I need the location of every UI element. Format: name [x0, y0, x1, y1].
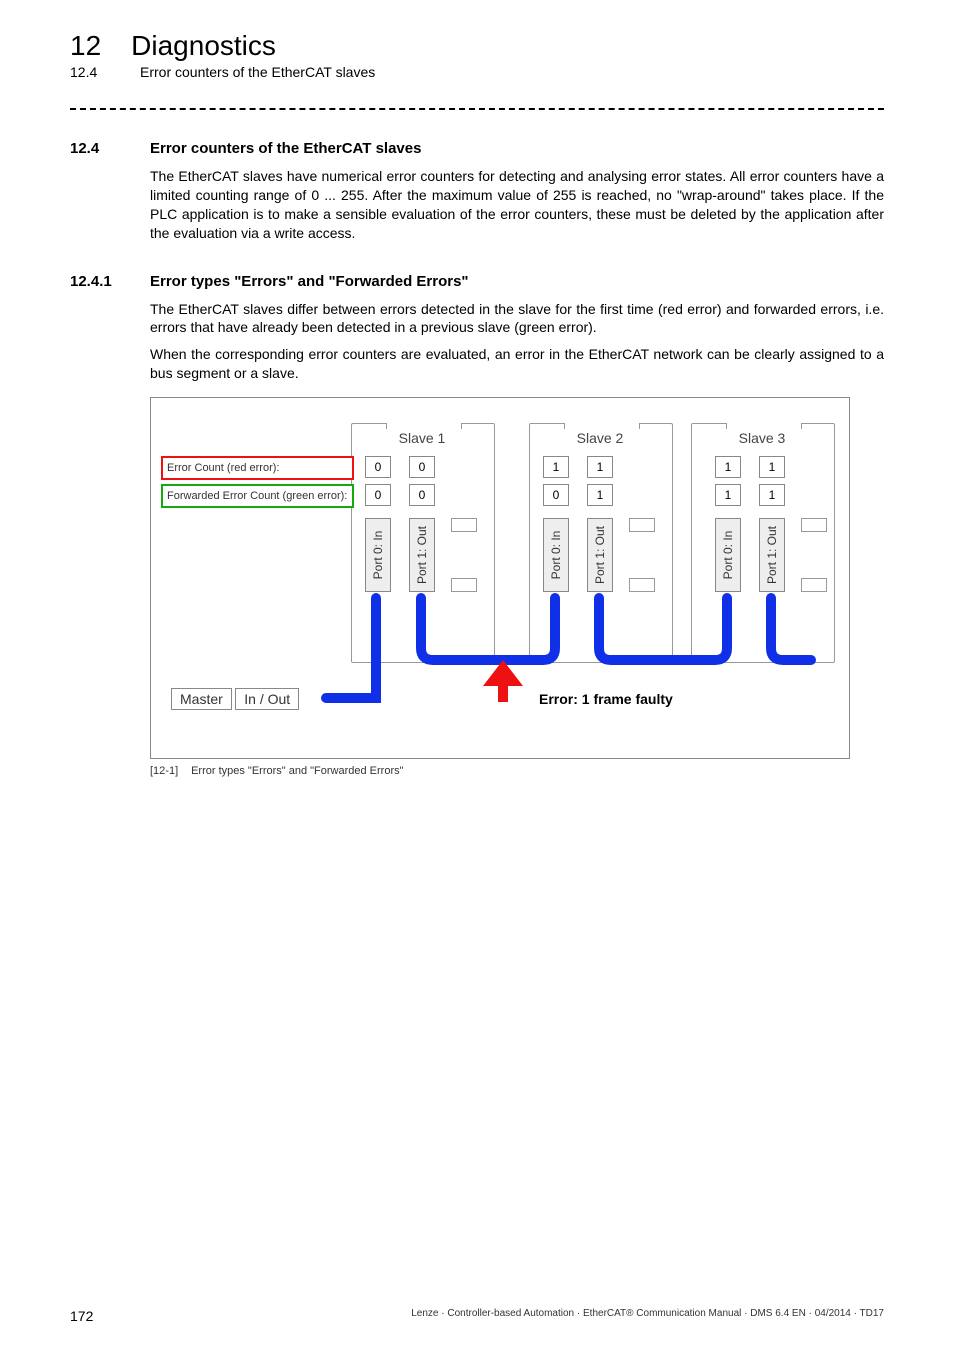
section-12-4-1-para1: The EtherCAT slaves differ between error… [150, 300, 884, 338]
s3-port1: Port 1: Out [759, 518, 785, 592]
s2-red-in: 1 [543, 456, 569, 478]
s2-port1: Port 1: Out [587, 518, 613, 592]
slave-1-label: Slave 1 [351, 430, 493, 446]
s3-grn-in: 1 [715, 484, 741, 506]
divider [70, 108, 884, 110]
chapter-title: Diagnostics [131, 30, 276, 62]
s1-red-out: 0 [409, 456, 435, 478]
s1-grn-in: 0 [365, 484, 391, 506]
section-12-4-1-para2: When the corresponding error counters ar… [150, 345, 884, 383]
row-green-label: Forwarded Error Count (green error): [161, 484, 354, 508]
figure-caption-tag: [12-1] [150, 765, 188, 777]
row-red-label: Error Count (red error): [161, 456, 354, 480]
s3-red-out: 1 [759, 456, 785, 478]
s1-red-in: 0 [365, 456, 391, 478]
master-label: Master [171, 688, 232, 710]
figure-caption-text: Error types "Errors" and "Forwarded Erro… [191, 765, 403, 777]
section-12-4-para: The EtherCAT slaves have numerical error… [150, 167, 884, 243]
page-number: 172 [70, 1308, 93, 1324]
chapter-number: 12 [70, 30, 101, 62]
section-number-header: 12.4 [70, 64, 110, 80]
slave-3-label: Slave 3 [691, 430, 833, 446]
s1-port0: Port 0: In [365, 518, 391, 592]
s3-red-in: 1 [715, 456, 741, 478]
s3-port0: Port 0: In [715, 518, 741, 592]
master-inout: In / Out [235, 688, 299, 710]
s2-red-out: 1 [587, 456, 613, 478]
error-label: Error: 1 frame faulty [539, 691, 673, 707]
s1-port1: Port 1: Out [409, 518, 435, 592]
s2-grn-out: 1 [587, 484, 613, 506]
section-12-4-number: 12.4 [70, 140, 120, 157]
figure-12-1: Slave 1 Slave 2 Slave 3 Error Count (red… [150, 397, 850, 759]
s2-grn-in: 0 [543, 484, 569, 506]
s3-grn-out: 1 [759, 484, 785, 506]
section-12-4-1-number: 12.4.1 [70, 273, 120, 290]
section-12-4-1-title: Error types "Errors" and "Forwarded Erro… [150, 273, 469, 290]
s2-port0: Port 0: In [543, 518, 569, 592]
section-title-header: Error counters of the EtherCAT slaves [140, 64, 375, 80]
footer-text: Lenze · Controller-based Automation · Et… [411, 1308, 884, 1324]
section-12-4-title: Error counters of the EtherCAT slaves [150, 140, 421, 157]
slave-2-label: Slave 2 [529, 430, 671, 446]
s1-grn-out: 0 [409, 484, 435, 506]
